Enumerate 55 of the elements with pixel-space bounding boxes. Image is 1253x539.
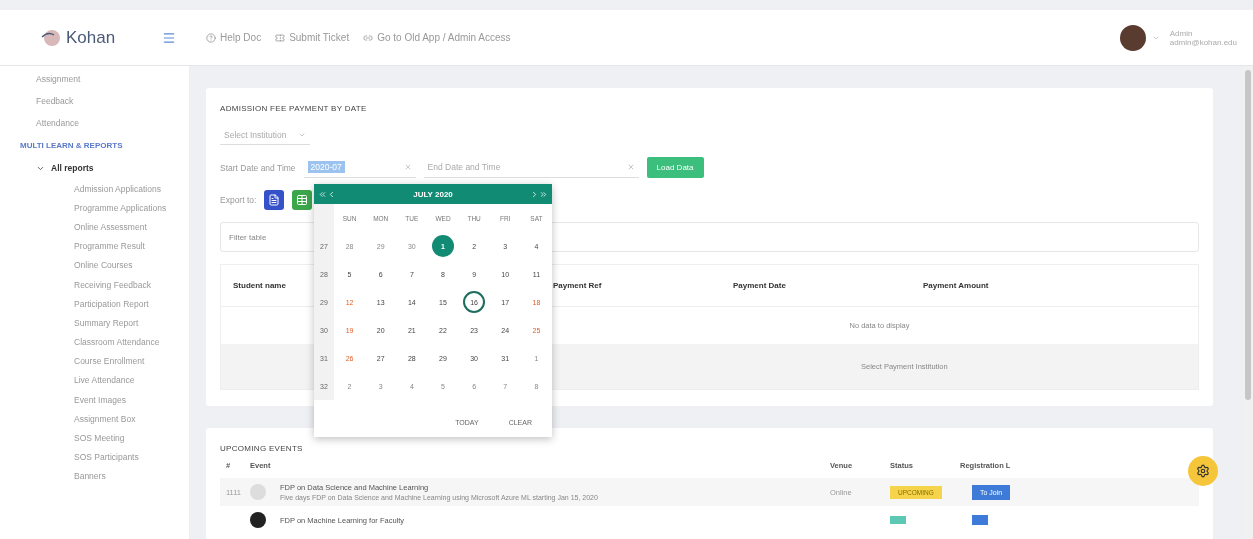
- user-email: admin@kohan.edu: [1169, 37, 1237, 47]
- column-header: Payment Amount: [923, 281, 989, 290]
- sidebar-item[interactable]: Assignment: [20, 68, 189, 90]
- avatar[interactable]: [1119, 24, 1146, 51]
- header-link[interactable]: Help Doc: [206, 32, 262, 43]
- link-icon: [363, 32, 374, 43]
- sidebar-subitem[interactable]: Live Attendance: [20, 370, 189, 391]
- settings-icon: [1196, 464, 1210, 478]
- sidebar-subitem[interactable]: Admission Applications: [20, 179, 189, 199]
- sidebar-subitem[interactable]: Banners: [20, 466, 189, 486]
- sidebar-subitem[interactable]: Course Enrollment: [20, 351, 189, 371]
- ticket-icon: [275, 32, 286, 43]
- previous-year-button[interactable]: [318, 189, 327, 199]
- sidebar-subitem[interactable]: Summary Report: [20, 313, 189, 333]
- export-label: Export to:: [220, 195, 257, 205]
- sidebar-subitem[interactable]: Online Courses: [20, 255, 189, 275]
- sidebar-item[interactable]: Attendance: [20, 112, 189, 134]
- field-label: Start Date and Time: [220, 162, 296, 173]
- column-header: Student name: [233, 281, 286, 290]
- header-link[interactable]: Submit Ticket: [275, 32, 350, 43]
- month-title: JULY 2020: [412, 189, 454, 199]
- header-link[interactable]: Go to Old App / Admin Access: [363, 32, 511, 43]
- clear-icon[interactable]: [403, 163, 412, 171]
- sidebar-group[interactable]: All reports: [20, 157, 189, 179]
- institution-select[interactable]: Select Institution: [220, 125, 310, 145]
- previous-month-button[interactable]: [327, 189, 336, 199]
- event-thumbnail: [250, 484, 266, 500]
- load-data-button[interactable]: Load Data: [646, 157, 704, 178]
- week-column-header: [314, 204, 334, 232]
- sidebar-subitem[interactable]: Receiving Feedback: [20, 274, 189, 295]
- sidebar-subitem[interactable]: Classroom Attendance: [20, 332, 189, 352]
- sidebar-item[interactable]: Feedback: [20, 90, 189, 112]
- sidebar-section-title: MULTI LEARN & REPORTS: [20, 140, 124, 152]
- excel-export-icon[interactable]: [292, 190, 313, 210]
- sidebar-subitem[interactable]: SOS Meeting: [20, 428, 189, 448]
- help-icon: [206, 32, 216, 43]
- sidebar-subitem[interactable]: Online Assessment: [20, 217, 189, 237]
- next-month-button[interactable]: [530, 189, 539, 199]
- card-title: ADMISSION FEE PAYMENT BY DATE: [220, 104, 368, 113]
- sidebar-subitem[interactable]: Assignment Box: [20, 409, 189, 429]
- event-thumbnail: [250, 512, 266, 528]
- card-title: UPCOMING EVENTS: [220, 444, 304, 453]
- end-date-field[interactable]: End Date and Time: [423, 157, 639, 178]
- sidebar-subitem[interactable]: Participation Report: [20, 294, 189, 314]
- word-export-icon[interactable]: [264, 190, 285, 210]
- logo-text: Kohan: [66, 27, 116, 48]
- column-header: Payment Date: [733, 281, 786, 290]
- sidebar-subitem[interactable]: Event Images: [20, 390, 189, 410]
- sidebar-subitem[interactable]: Programme Result: [20, 236, 189, 256]
- clear-icon[interactable]: [626, 163, 635, 171]
- sidebar-subitem[interactable]: Programme Applications: [20, 198, 189, 218]
- user-name: Admin: [1169, 28, 1194, 38]
- column-header: Payment Ref: [553, 281, 602, 290]
- sidebar-subitem[interactable]: SOS Participants: [20, 447, 189, 467]
- next-year-button[interactable]: [539, 189, 548, 199]
